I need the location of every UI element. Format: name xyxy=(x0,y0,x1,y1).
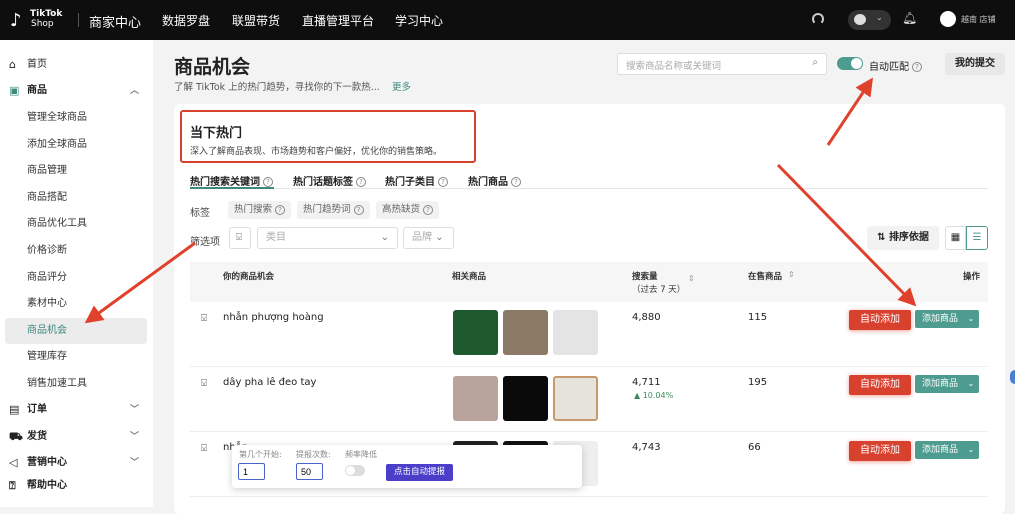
arrow-to-sidebar xyxy=(84,241,196,324)
annotation-arrows xyxy=(84,77,917,324)
arrow-to-add-product xyxy=(776,163,917,307)
arrow-to-auto-match xyxy=(826,77,873,146)
